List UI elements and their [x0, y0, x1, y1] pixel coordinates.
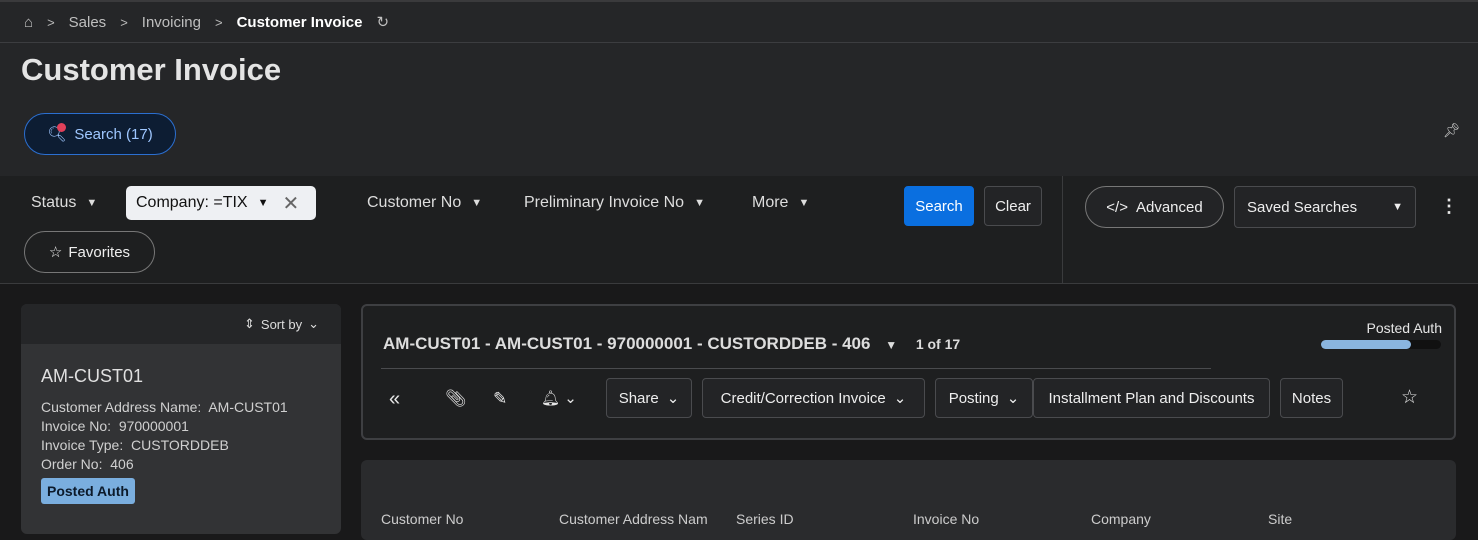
page-title: Customer Invoice	[21, 52, 282, 87]
more-options-icon[interactable]: ⋮	[1440, 196, 1458, 217]
sort-by-button[interactable]: ⇕ Sort by ⌄	[21, 304, 341, 344]
column-header[interactable]: Customer No	[381, 511, 541, 527]
progress-fill	[1321, 340, 1411, 349]
search-panel-button[interactable]: 🔍︎ Search (17)	[24, 113, 176, 155]
chevron-right-icon: >	[120, 14, 128, 30]
list-item[interactable]: Customer Address Name: AM-CUST01 Invoice…	[41, 398, 288, 474]
list-panel: ⇕ Sort by ⌄ AM-CUST01 Customer Address Nam…	[21, 304, 341, 534]
share-button[interactable]: Share ⌄	[606, 378, 692, 418]
attachment-icon[interactable]: 📎︎	[445, 389, 467, 409]
data-grid: Customer No Customer Address Name Series…	[361, 460, 1456, 540]
bell-icon[interactable]: 🔔︎ ⌄	[541, 389, 577, 407]
customer-no-filter[interactable]: Customer No ▼	[367, 194, 482, 212]
status-progress	[1321, 340, 1441, 349]
chevron-right-icon: >	[47, 14, 55, 30]
divider	[1062, 176, 1063, 284]
more-filter[interactable]: More ▼	[752, 194, 809, 212]
star-icon: ☆	[48, 244, 63, 261]
record-title[interactable]: AM-CUST01 - AM-CUST01 - 970000001 - CUST…	[383, 334, 960, 354]
posting-button[interactable]: Posting ⌄	[935, 378, 1033, 418]
favorites-button[interactable]: ☆ Favorites	[24, 231, 155, 273]
chevron-down-icon: ⌄	[1006, 390, 1020, 407]
card-title[interactable]: AM-CUST01	[41, 366, 143, 387]
sort-icon: ⇕	[244, 316, 255, 331]
column-header[interactable]: Site	[1268, 511, 1428, 527]
refresh-icon[interactable]: ↻	[376, 13, 389, 31]
caret-down-icon: ▼	[694, 197, 705, 209]
caret-down-icon: ▼	[1392, 201, 1403, 213]
advanced-button[interactable]: </> Advanced	[1085, 186, 1224, 228]
pager: 1 of 17	[915, 336, 961, 352]
installment-plan-button[interactable]: Installment Plan and Discounts	[1033, 378, 1270, 418]
search-button[interactable]: Search	[904, 186, 974, 226]
clear-button[interactable]: Clear	[984, 186, 1042, 226]
preliminary-invoice-filter[interactable]: Preliminary Invoice No ▼	[524, 194, 705, 212]
column-header[interactable]: Customer Address Name	[559, 511, 707, 527]
chevron-down-icon: ⌄	[666, 390, 680, 407]
caret-down-icon: ▼	[257, 197, 269, 209]
search-button-label: Search (17)	[74, 125, 153, 143]
edit-icon[interactable]: ✎	[493, 389, 507, 409]
close-icon[interactable]: ✕	[283, 191, 300, 216]
star-icon[interactable]: ☆	[1401, 386, 1418, 409]
company-filter[interactable]: Company: =TIX ▼ ✕	[126, 186, 316, 220]
status-badge: Posted Auth	[41, 478, 135, 504]
chevron-down-icon: ⌄	[893, 390, 907, 407]
detail-panel: AM-CUST01 - AM-CUST01 - 970000001 - CUST…	[361, 304, 1456, 440]
status-filter[interactable]: Status ▼	[31, 194, 97, 212]
status-label: Posted Auth	[1366, 320, 1442, 336]
chevron-down-icon: ⌄	[308, 316, 319, 331]
caret-down-icon: ▼	[86, 197, 98, 209]
breadcrumb-invoicing[interactable]: Invoicing	[142, 14, 201, 31]
caret-down-icon: ▼	[798, 197, 810, 209]
column-header[interactable]: Invoice No	[913, 511, 1073, 527]
breadcrumb-current: Customer Invoice	[236, 13, 363, 31]
home-icon[interactable]: ⌂	[24, 14, 33, 31]
caret-down-icon[interactable]: ▼	[885, 338, 897, 352]
chevron-right-icon: >	[214, 14, 223, 30]
pin-icon[interactable]: 📌︎	[1443, 122, 1461, 139]
breadcrumb-sales[interactable]: Sales	[69, 14, 107, 31]
column-header[interactable]: Company	[1091, 511, 1251, 527]
collapse-icon[interactable]: «	[389, 388, 400, 411]
divider	[381, 368, 1211, 369]
caret-down-icon: ▼	[471, 197, 483, 209]
column-header[interactable]: Series ID	[736, 511, 896, 527]
saved-searches-dropdown[interactable]: Saved Searches ▼	[1234, 186, 1416, 228]
code-icon: </>	[1106, 198, 1128, 216]
notification-dot	[57, 123, 66, 132]
credit-correction-button[interactable]: Credit/Correction Invoice ⌄	[702, 378, 925, 418]
notes-button[interactable]: Notes	[1280, 378, 1343, 418]
breadcrumb: ⌂ > Sales > Invoicing > Customer Invoice…	[0, 2, 1478, 43]
